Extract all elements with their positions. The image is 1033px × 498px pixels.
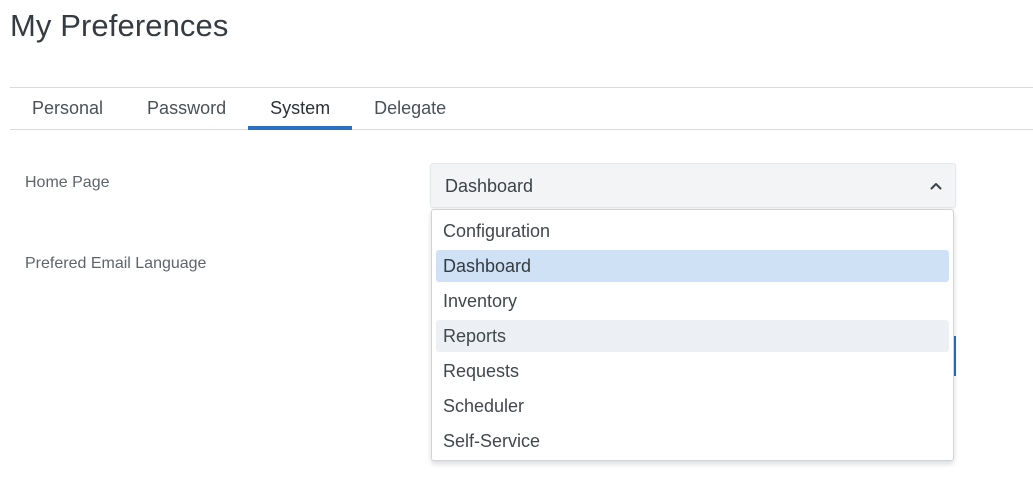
option-reports[interactable]: Reports — [436, 320, 949, 352]
option-scheduler[interactable]: Scheduler — [436, 390, 949, 422]
page-title: My Preferences — [10, 8, 229, 43]
home-page-dropdown-list: Configuration Dashboard Inventory Report… — [431, 209, 954, 461]
option-self-service[interactable]: Self-Service — [436, 425, 949, 457]
option-configuration[interactable]: Configuration — [436, 215, 949, 247]
tab-system[interactable]: System — [248, 88, 353, 130]
email-language-label: Prefered Email Language — [25, 255, 207, 272]
chevron-up-icon — [930, 183, 942, 190]
tab-delegate[interactable]: Delegate — [352, 88, 468, 129]
tab-personal[interactable]: Personal — [10, 88, 125, 129]
option-inventory[interactable]: Inventory — [436, 285, 949, 317]
tab-password[interactable]: Password — [125, 88, 248, 129]
tab-bar: Personal Password System Delegate — [10, 88, 1033, 130]
option-dashboard[interactable]: Dashboard — [436, 250, 949, 282]
preferences-page: My Preferences Personal Password System … — [0, 0, 1033, 498]
home-page-select[interactable]: Dashboard — [430, 163, 956, 208]
home-page-label: Home Page — [25, 174, 110, 191]
home-page-select-value: Dashboard — [445, 176, 534, 196]
option-requests[interactable]: Requests — [436, 355, 949, 387]
